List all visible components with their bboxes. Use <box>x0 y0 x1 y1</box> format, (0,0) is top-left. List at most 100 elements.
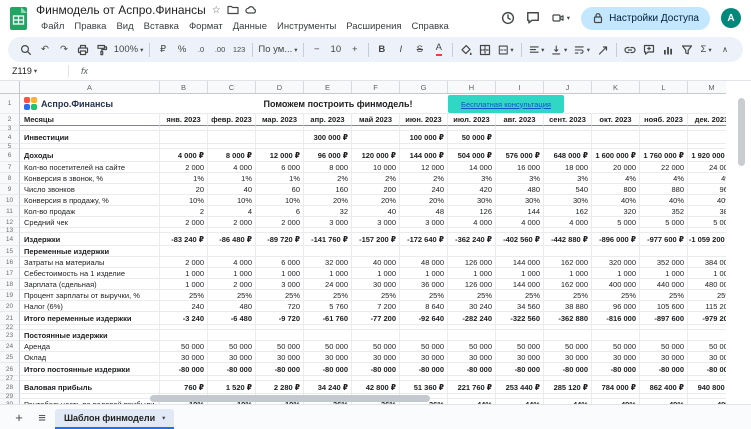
value-cell[interactable]: -77 200 <box>352 312 400 325</box>
value-cell[interactable] <box>640 246 688 257</box>
value-cell[interactable]: 144 000 <box>496 279 544 290</box>
value-cell[interactable] <box>496 131 544 144</box>
value-cell[interactable]: 1 000 <box>352 268 400 279</box>
value-cell[interactable]: 50 000 <box>592 341 640 352</box>
value-cell[interactable]: 1% <box>160 173 208 184</box>
value-cell[interactable]: 30 000 <box>208 352 256 363</box>
value-cell[interactable]: 115 200 <box>688 301 726 312</box>
value-cell[interactable]: -80 000 <box>448 363 496 376</box>
value-cell[interactable]: -402 560 ₽ <box>496 233 544 246</box>
value-cell[interactable] <box>208 330 256 341</box>
value-cell[interactable]: -172 640 ₽ <box>400 233 448 246</box>
value-cell[interactable] <box>688 131 726 144</box>
value-cell[interactable]: -80 000 <box>592 363 640 376</box>
insert-link-button[interactable] <box>621 40 639 59</box>
value-cell[interactable]: 2 000 <box>160 162 208 173</box>
month-cell[interactable]: окт. 2023 <box>592 114 640 126</box>
value-cell[interactable]: 1 000 <box>688 268 726 279</box>
value-cell[interactable]: 30 000 <box>304 352 352 363</box>
value-cell[interactable]: 40 000 <box>352 257 400 268</box>
borders-button[interactable] <box>476 40 494 59</box>
value-cell[interactable]: 2% <box>400 173 448 184</box>
column-header-g[interactable]: G <box>400 81 448 93</box>
value-cell[interactable]: 5 000 <box>688 217 726 228</box>
free-consultation-link[interactable]: Бесплатная консультация <box>448 95 564 113</box>
row-header-15[interactable]: 15 <box>0 246 20 257</box>
value-cell[interactable]: 40% <box>640 195 688 206</box>
value-cell[interactable]: 25% <box>448 290 496 301</box>
value-cell[interactable]: 285 120 ₽ <box>544 381 592 394</box>
value-cell[interactable]: 3 000 <box>304 217 352 228</box>
value-cell[interactable]: 50 000 <box>160 341 208 352</box>
value-cell[interactable]: -977 600 ₽ <box>640 233 688 246</box>
value-cell[interactable] <box>688 246 726 257</box>
value-cell[interactable]: 100 000 ₽ <box>400 131 448 144</box>
value-cell[interactable] <box>544 246 592 257</box>
value-cell[interactable]: 105 600 <box>640 301 688 312</box>
value-cell[interactable]: 2 000 <box>208 217 256 228</box>
row-header-17[interactable]: 17 <box>0 268 20 279</box>
value-cell[interactable]: -322 560 <box>496 312 544 325</box>
value-cell[interactable]: 30 000 <box>640 352 688 363</box>
value-cell[interactable] <box>160 246 208 257</box>
row-header-19[interactable]: 19 <box>0 290 20 301</box>
value-cell[interactable]: 6 000 <box>256 162 304 173</box>
value-cell[interactable]: 20% <box>352 195 400 206</box>
value-cell[interactable]: 862 400 ₽ <box>640 381 688 394</box>
label-cell[interactable]: Валовая прибыль <box>20 381 160 394</box>
value-cell[interactable]: 2% <box>352 173 400 184</box>
value-cell[interactable]: 25% <box>160 290 208 301</box>
value-cell[interactable]: 30 000 <box>688 352 726 363</box>
bold-button[interactable]: B <box>373 40 391 59</box>
row-header-23[interactable]: 23 <box>0 330 20 341</box>
increase-decimal-button[interactable]: .00 <box>211 40 229 59</box>
value-cell[interactable]: -80 000 <box>256 363 304 376</box>
decrease-font-size-button[interactable]: − <box>308 40 326 59</box>
row-header-25[interactable]: 25 <box>0 352 20 363</box>
row-header-6[interactable]: 6 <box>0 149 20 162</box>
column-header-d[interactable]: D <box>256 81 304 93</box>
value-cell[interactable]: 50 000 <box>352 341 400 352</box>
value-cell[interactable]: -80 000 <box>544 363 592 376</box>
value-cell[interactable]: 40% <box>592 195 640 206</box>
value-cell[interactable]: 20% <box>400 195 448 206</box>
value-cell[interactable]: -61 760 <box>304 312 352 325</box>
menu-file[interactable]: Файл <box>36 21 69 32</box>
value-cell[interactable] <box>688 94 726 114</box>
move-folder-icon[interactable] <box>227 4 239 16</box>
value-cell[interactable]: 25% <box>256 290 304 301</box>
row-header-9[interactable]: 9 <box>0 184 20 195</box>
value-cell[interactable] <box>496 330 544 341</box>
value-cell[interactable]: 30 000 <box>352 279 400 290</box>
menu-insert[interactable]: Вставка <box>139 21 184 32</box>
value-cell[interactable]: 18 000 <box>544 162 592 173</box>
value-cell[interactable]: 30 240 <box>448 301 496 312</box>
label-cell[interactable]: Аренда <box>20 341 160 352</box>
value-cell[interactable]: 20% <box>304 195 352 206</box>
value-cell[interactable] <box>592 94 640 114</box>
zoom-select[interactable]: 100%▾ <box>112 40 145 59</box>
print-button[interactable] <box>74 40 92 59</box>
font-size-input[interactable]: 10 <box>327 40 345 59</box>
value-cell[interactable]: 144 000 ₽ <box>400 149 448 162</box>
value-cell[interactable]: 480 <box>208 301 256 312</box>
value-cell[interactable]: 240 <box>160 301 208 312</box>
vertical-align-button[interactable]: ▾ <box>548 40 570 59</box>
version-history-icon[interactable] <box>501 11 515 25</box>
row-header-16[interactable]: 16 <box>0 257 20 268</box>
label-cell[interactable]: Оклад <box>20 352 160 363</box>
value-cell[interactable]: 2 000 <box>256 217 304 228</box>
value-cell[interactable]: 300 000 ₽ <box>304 131 352 144</box>
value-cell[interactable]: 540 <box>544 184 592 195</box>
value-cell[interactable] <box>304 246 352 257</box>
label-cell[interactable]: Кол-во продаж <box>20 206 160 217</box>
paint-format-button[interactable] <box>93 40 111 59</box>
decrease-decimal-button[interactable]: .0 <box>192 40 210 59</box>
value-cell[interactable]: 10% <box>208 195 256 206</box>
value-cell[interactable]: 51 360 ₽ <box>400 381 448 394</box>
value-cell[interactable]: 3% <box>544 173 592 184</box>
value-cell[interactable]: -80 000 <box>640 363 688 376</box>
value-cell[interactable]: 34 240 ₽ <box>304 381 352 394</box>
horizontal-scrollbar[interactable] <box>150 395 430 402</box>
value-cell[interactable]: 1% <box>208 173 256 184</box>
